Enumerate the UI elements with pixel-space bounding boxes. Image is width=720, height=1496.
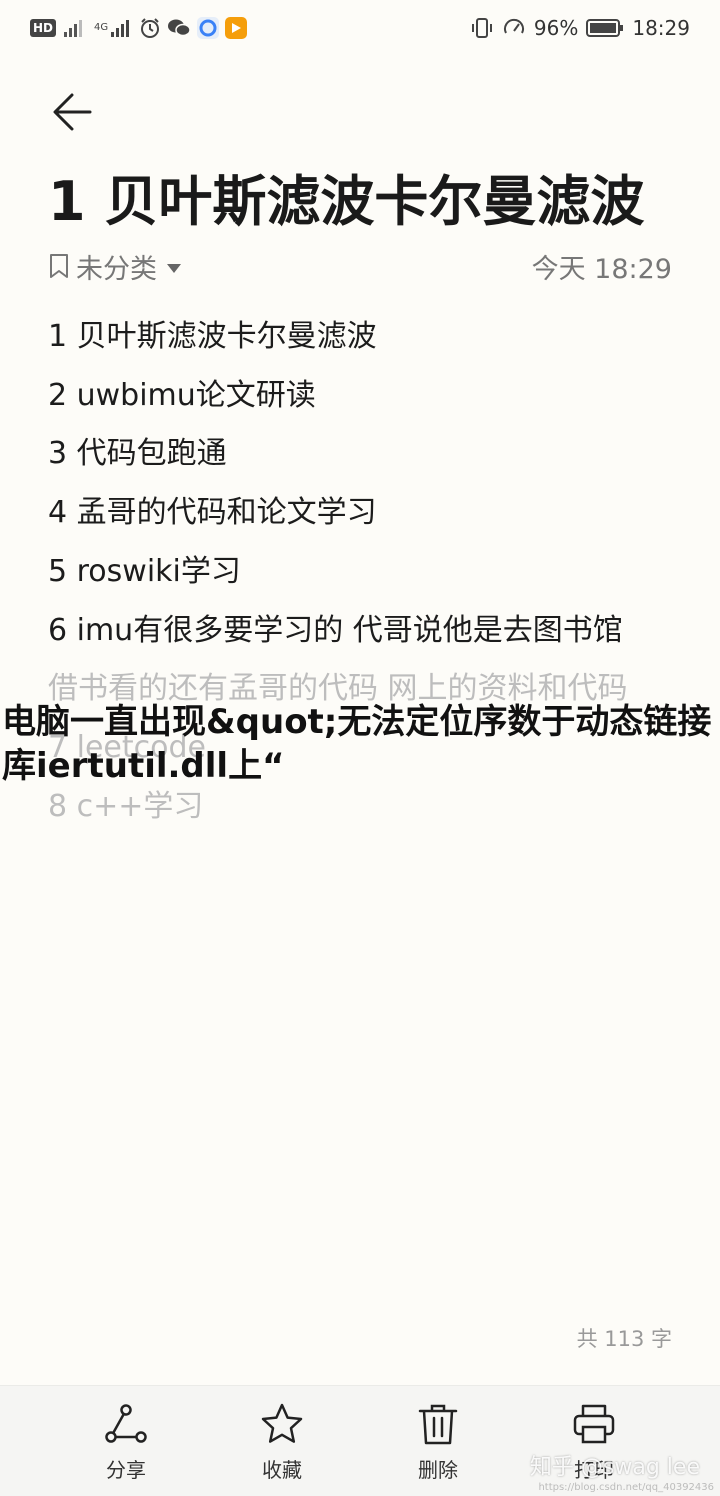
delete-label: 删除 [418,1458,458,1482]
note-line: 3 代码包跑通 [48,436,227,472]
printer-icon [570,1400,618,1448]
trash-icon [414,1400,462,1448]
note-line: 5 roswiki学习 [48,553,241,589]
share-icon [102,1400,150,1448]
vibrate-icon [470,17,494,39]
network-badge: 4G [94,22,109,33]
wechat-icon [167,17,191,39]
category-selector[interactable]: 未分类 [48,247,181,286]
status-bar: HD 4G 96% 18:29 [0,0,720,56]
share-button[interactable]: 分享 [71,1400,181,1483]
note-line: 4 孟哥的代码和论文学习 [48,495,377,531]
status-bar-right: 96% 18:29 [470,14,690,42]
note-detail-screen: HD 4G 96% 18:29 1 贝叶斯滤波卡尔曼滤波 未分类 今天 18:2… [0,0,720,1496]
caret-down-icon [167,263,181,273]
app-notification-blue-icon [197,17,220,39]
char-count: 共 113 字 [576,1327,672,1351]
note-line: 6 imu有很多要学习的 代哥说他是去图书馆 [48,612,623,648]
delete-button[interactable]: 删除 [383,1400,493,1483]
url-watermark: https://blog.csdn.net/qq_40392436 [538,1482,714,1493]
note-line: 1 贝叶斯滤波卡尔曼滤波 [48,319,377,354]
alarm-icon [139,17,161,39]
share-label: 分享 [106,1458,146,1482]
battery-icon [586,18,624,38]
back-button[interactable] [46,86,98,138]
hd-icon: HD [30,19,57,37]
clock: 18:29 [632,16,690,40]
category-label: 未分类 [76,253,157,285]
star-icon [258,1400,306,1448]
favorite-button[interactable]: 收藏 [227,1400,337,1483]
arrow-left-icon [53,93,92,131]
favorite-label: 收藏 [262,1458,302,1482]
zhihu-watermark: 知乎 @swag lee [529,1455,700,1480]
app-notification-orange-icon [225,17,248,39]
signal-4g-icon: 4G [94,17,133,39]
overlay-headline: 电脑一直出现&quot;无法定位序数于动态链接库iertutil.dll上“ [2,702,712,786]
note-title[interactable]: 1 贝叶斯滤波卡尔曼滤波 [48,166,688,238]
note-line: 2 uwbimu论文研读 [48,377,316,413]
status-bar-left: HD 4G [30,14,248,42]
data-saver-icon [502,17,526,39]
bookmark-icon [50,254,68,278]
note-timestamp: 今天 18:29 [531,253,672,285]
battery-percent: 96% [533,16,579,40]
note-meta-row: 未分类 今天 18:29 [48,246,672,286]
signal-icon [62,17,88,39]
